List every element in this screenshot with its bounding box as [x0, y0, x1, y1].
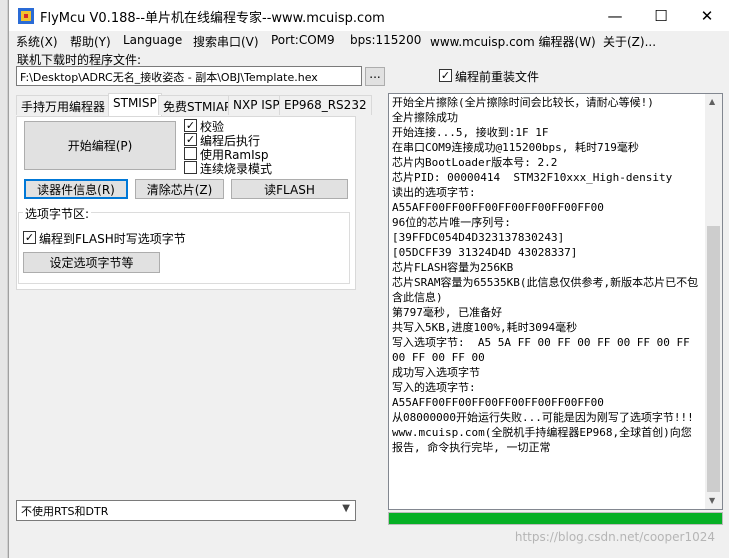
continuous-burn-label: 连续烧录模式	[200, 162, 273, 176]
rts-dtr-select[interactable]: 不使用RTS和DTR ▼	[16, 500, 356, 521]
browse-file-button[interactable]: ...	[365, 67, 385, 86]
reload-before-program-label: 编程前重装文件	[455, 70, 540, 84]
tab-ep968-rs232[interactable]: EP968_RS232	[279, 95, 372, 115]
menu-search-port[interactable]: 搜索串口(V)	[193, 33, 259, 50]
log-line: 第797毫秒, 已准备好	[392, 306, 503, 319]
progress-bar	[388, 512, 723, 525]
program-file-path-input[interactable]: F:\Desktop\ADRC无名_接收姿态 - 副本\OBJ\Template…	[16, 66, 362, 86]
log-scrollbar-thumb[interactable]	[707, 226, 720, 492]
maximize-icon: ☐	[654, 6, 668, 25]
start-programming-button[interactable]: 开始编程(P)	[24, 121, 176, 170]
use-ramisp-checkbox[interactable]	[184, 147, 197, 160]
menu-port[interactable]: Port:COM9	[271, 33, 335, 47]
window-title: FlyMcu V0.188--单片机在线编程专家--www.mcuisp.com	[40, 11, 385, 26]
log-line: 芯片SRAM容量为65535KB(此信息仅供参考,新版本芯片已不包含此信息)	[392, 276, 699, 304]
read-flash-button[interactable]: 读FLASH	[231, 179, 348, 199]
log-line: 开始全片擦除(全片擦除时间会比较长，请耐心等候!)	[392, 96, 654, 109]
tab-stmisp[interactable]: STMISP	[108, 93, 162, 116]
reload-before-program-checkbox[interactable]: ✓	[439, 69, 452, 82]
tab-handheld-programmer[interactable]: 手持万用编程器	[16, 95, 111, 115]
title-bar[interactable]: FlyMcu V0.188--单片机在线编程专家--www.mcuisp.com…	[9, 0, 729, 31]
close-icon: ✕	[700, 6, 714, 25]
tab-free-stmiap[interactable]: 免费STMIAP	[158, 95, 237, 115]
write-option-bytes-label: 编程到FLASH时写选项字节	[39, 232, 186, 246]
minimize-button[interactable]: —	[592, 0, 638, 31]
log-line: 写入选项字节: A5 5A FF 00 FF 00 FF 00 FF 00 FF…	[392, 336, 697, 364]
log-line: 在串口COM9连接成功@115200bps, 耗时719毫秒	[392, 141, 639, 154]
run-after-program-checkbox[interactable]: ✓	[184, 133, 197, 146]
log-line: 芯片内BootLoader版本号: 2.2	[392, 156, 558, 169]
erase-chip-button[interactable]: 清除芯片(Z)	[135, 179, 224, 199]
log-line: [05DCFF39 31324D4D 43028337]	[392, 246, 578, 259]
log-scrollbar[interactable]: ▲ ▼	[705, 94, 722, 509]
scroll-down-icon[interactable]: ▼	[709, 496, 715, 505]
log-line: A55AFF00FF00FF00FF00FF00FF00FF00	[392, 201, 604, 214]
log-text: 开始全片擦除(全片擦除时间会比较长，请耐心等候!) 全片擦除成功 开始连接...…	[392, 95, 700, 455]
tab-nxp-isp[interactable]: NXP ISP	[228, 95, 285, 115]
log-line: 全片擦除成功	[392, 111, 458, 124]
chevron-down-icon: ▼	[342, 503, 350, 514]
maximize-button[interactable]: ☐	[638, 0, 684, 31]
progress-bar-fill	[389, 513, 722, 524]
watermark: https://blog.csdn.net/cooper1024	[514, 530, 715, 544]
log-line: 写入的选项字节:	[392, 381, 476, 394]
background-window-edge	[0, 0, 8, 558]
continuous-burn-checkbox[interactable]	[184, 161, 197, 174]
read-device-info-button[interactable]: 读器件信息(R)	[24, 179, 128, 199]
log-line: 芯片PID: 00000414 STM32F10xxx_High-density	[392, 171, 673, 184]
rts-dtr-selected-value: 不使用RTS和DTR	[21, 505, 109, 518]
option-bytes-group	[18, 212, 350, 284]
flymcu-app-icon	[18, 8, 34, 24]
menu-system[interactable]: 系统(X)	[16, 33, 58, 50]
log-line: 成功写入选项字节	[392, 366, 480, 379]
log-output-area[interactable]: 开始全片擦除(全片擦除时间会比较长，请耐心等候!) 全片擦除成功 开始连接...…	[388, 93, 723, 510]
log-line: A55AFF00FF00FF00FF00FF00FF00FF00	[392, 396, 604, 409]
menu-language[interactable]: Language	[123, 33, 182, 47]
menu-programmer[interactable]: www.mcuisp.com 编程器(W)	[430, 33, 596, 50]
menu-bar: 系统(X) 帮助(Y) Language 搜索串口(V) Port:COM9 b…	[9, 31, 729, 51]
scroll-up-icon[interactable]: ▲	[709, 97, 715, 106]
log-line: 芯片FLASH容量为256KB	[392, 261, 514, 274]
menu-about[interactable]: 关于(Z)...	[603, 33, 656, 50]
set-option-bytes-button[interactable]: 设定选项字节等	[23, 252, 160, 273]
flymcu-window: FlyMcu V0.188--单片机在线编程专家--www.mcuisp.com…	[8, 0, 729, 558]
write-option-bytes-checkbox[interactable]: ✓	[23, 231, 36, 244]
close-button[interactable]: ✕	[684, 0, 729, 31]
log-line: 开始连接...5, 接收到:1F 1F	[392, 126, 549, 139]
log-line: www.mcuisp.com(全脱机手持编程器EP968,全球首创)向您报告, …	[392, 426, 692, 454]
log-line: 读出的选项字节:	[392, 186, 476, 199]
verify-checkbox[interactable]: ✓	[184, 119, 197, 132]
minimize-icon: —	[607, 6, 623, 25]
menu-bps[interactable]: bps:115200	[350, 33, 421, 47]
log-line: [39FFDC054D4D323137830243]	[392, 231, 565, 244]
log-line: 共写入5KB,进度100%,耗时3094毫秒	[392, 321, 578, 334]
log-line: 从08000000开始运行失败...可能是因为刚写了选项字节!!!	[392, 411, 694, 424]
option-bytes-group-title: 选项字节区:	[23, 205, 92, 222]
log-line: 96位的芯片唯一序列号:	[392, 216, 511, 229]
menu-help[interactable]: 帮助(Y)	[70, 33, 111, 50]
